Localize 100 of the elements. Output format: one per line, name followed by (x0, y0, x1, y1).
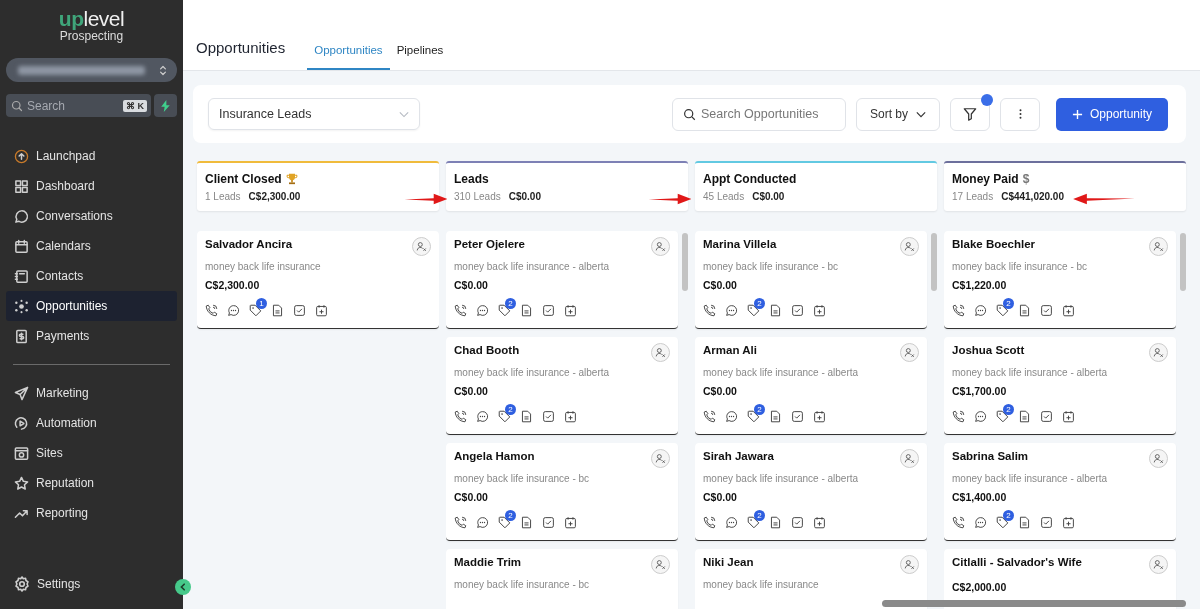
assign-user-icon[interactable] (1149, 555, 1168, 574)
nav-item[interactable]: Launchpad (6, 141, 177, 171)
opportunity-card[interactable]: Angela Hamon money back life insurance - bc C$0.00 2 (446, 443, 678, 541)
settings-item[interactable]: Settings (6, 569, 177, 599)
calendar-add-icon[interactable] (564, 516, 577, 529)
calendar-add-icon[interactable] (1062, 304, 1075, 317)
phone-icon[interactable] (454, 304, 467, 317)
scrollbar-thumb[interactable] (1180, 233, 1186, 291)
tab[interactable]: Opportunities (307, 44, 390, 70)
task-icon[interactable] (791, 304, 804, 317)
calendar-add-icon[interactable] (1062, 516, 1075, 529)
opportunity-card[interactable]: Citlalli - Salvador's Wife C$2,000.00 (944, 549, 1176, 609)
document-icon[interactable] (1018, 516, 1031, 529)
filter-button[interactable] (950, 97, 990, 131)
nav-item[interactable]: Contacts (6, 261, 177, 291)
task-icon[interactable] (791, 410, 804, 423)
tag-icon[interactable] (498, 410, 511, 423)
document-icon[interactable] (1018, 410, 1031, 423)
assign-user-icon[interactable] (651, 343, 670, 362)
document-icon[interactable] (520, 304, 533, 317)
chat-icon[interactable] (476, 304, 489, 317)
tag-icon[interactable] (747, 304, 760, 317)
account-switcher[interactable] (6, 58, 177, 82)
document-icon[interactable] (271, 304, 284, 317)
opportunity-card[interactable]: Marina Villela money back life insurance - bc C$0.00 2 (695, 231, 927, 329)
phone-icon[interactable] (703, 516, 716, 529)
phone-icon[interactable] (703, 410, 716, 423)
chat-icon[interactable] (725, 516, 738, 529)
collapse-button[interactable] (175, 579, 191, 595)
calendar-add-icon[interactable] (813, 410, 826, 423)
tag-icon[interactable] (996, 304, 1009, 317)
assign-user-icon[interactable] (900, 449, 919, 468)
nav-item[interactable]: Dashboard (6, 171, 177, 201)
chat-icon[interactable] (974, 304, 987, 317)
document-icon[interactable] (769, 410, 782, 423)
opportunity-card[interactable]: Joshua Scott money back life insurance - alberta C$1,700.00 2 (944, 337, 1176, 435)
phone-icon[interactable] (454, 516, 467, 529)
opportunity-card[interactable]: Sabrina Salim money back life insurance - alberta C$1,400.00 2 (944, 443, 1176, 541)
nav-item[interactable]: Calendars (6, 231, 177, 261)
chat-icon[interactable] (725, 410, 738, 423)
chat-icon[interactable] (974, 516, 987, 529)
phone-icon[interactable] (952, 516, 965, 529)
document-icon[interactable] (769, 304, 782, 317)
tag-icon[interactable] (498, 304, 511, 317)
chat-icon[interactable] (974, 410, 987, 423)
assign-user-icon[interactable] (412, 237, 431, 256)
assign-user-icon[interactable] (900, 343, 919, 362)
assign-user-icon[interactable] (1149, 343, 1168, 362)
phone-icon[interactable] (205, 304, 218, 317)
document-icon[interactable] (520, 410, 533, 423)
tag-icon[interactable] (996, 516, 1009, 529)
opportunity-card[interactable]: Blake Boechler money back life insurance - bc C$1,220.00 2 (944, 231, 1176, 329)
nav-item[interactable]: Sites (6, 438, 177, 468)
assign-user-icon[interactable] (651, 237, 670, 256)
calendar-add-icon[interactable] (315, 304, 328, 317)
calendar-add-icon[interactable] (1062, 410, 1075, 423)
task-icon[interactable] (1040, 516, 1053, 529)
opportunity-card[interactable]: Arman Ali money back life insurance - alberta C$0.00 2 (695, 337, 927, 435)
scrollbar-thumb[interactable] (882, 600, 1186, 607)
tag-icon[interactable] (747, 410, 760, 423)
task-icon[interactable] (791, 516, 804, 529)
task-icon[interactable] (293, 304, 306, 317)
task-icon[interactable] (542, 304, 555, 317)
task-icon[interactable] (542, 516, 555, 529)
tag-icon[interactable] (249, 304, 262, 317)
opportunity-card[interactable]: Chad Booth money back life insurance - alberta C$0.00 2 (446, 337, 678, 435)
scrollbar-thumb[interactable] (682, 233, 688, 291)
assign-user-icon[interactable] (900, 555, 919, 574)
assign-user-icon[interactable] (651, 555, 670, 574)
task-icon[interactable] (1040, 304, 1053, 317)
phone-icon[interactable] (703, 304, 716, 317)
nav-item[interactable]: Reporting (6, 498, 177, 528)
search-input[interactable]: Search (27, 98, 119, 113)
search-field[interactable]: Search Opportunities (672, 97, 846, 131)
chat-icon[interactable] (227, 304, 240, 317)
add-opportunity-button[interactable]: Opportunity (1056, 97, 1168, 131)
opportunity-card[interactable]: Sirah Jawara money back life insurance - alberta C$0.00 2 (695, 443, 927, 541)
tab[interactable]: Pipelines (389, 44, 451, 70)
document-icon[interactable] (769, 516, 782, 529)
nav-item[interactable]: Opportunities (6, 291, 177, 321)
opportunity-card[interactable]: Niki Jean money back life insurance (695, 549, 927, 609)
nav-item[interactable]: Automation (6, 408, 177, 438)
calendar-add-icon[interactable] (813, 516, 826, 529)
nav-item[interactable]: Marketing (6, 378, 177, 408)
chat-icon[interactable] (476, 516, 489, 529)
assign-user-icon[interactable] (1149, 449, 1168, 468)
chat-icon[interactable] (725, 304, 738, 317)
nav-item[interactable]: Payments (6, 321, 177, 351)
opportunity-card[interactable]: Salvador Ancira money back life insurance C$2,300.00 1 (197, 231, 439, 329)
nav-item[interactable]: Conversations (6, 201, 177, 231)
phone-icon[interactable] (952, 304, 965, 317)
nav-item[interactable]: Reputation (6, 468, 177, 498)
scrollbar-thumb[interactable] (931, 233, 937, 291)
phone-icon[interactable] (952, 410, 965, 423)
tag-icon[interactable] (747, 516, 760, 529)
phone-icon[interactable] (454, 410, 467, 423)
task-icon[interactable] (1040, 410, 1053, 423)
document-icon[interactable] (1018, 304, 1031, 317)
calendar-add-icon[interactable] (564, 410, 577, 423)
calendar-add-icon[interactable] (564, 304, 577, 317)
